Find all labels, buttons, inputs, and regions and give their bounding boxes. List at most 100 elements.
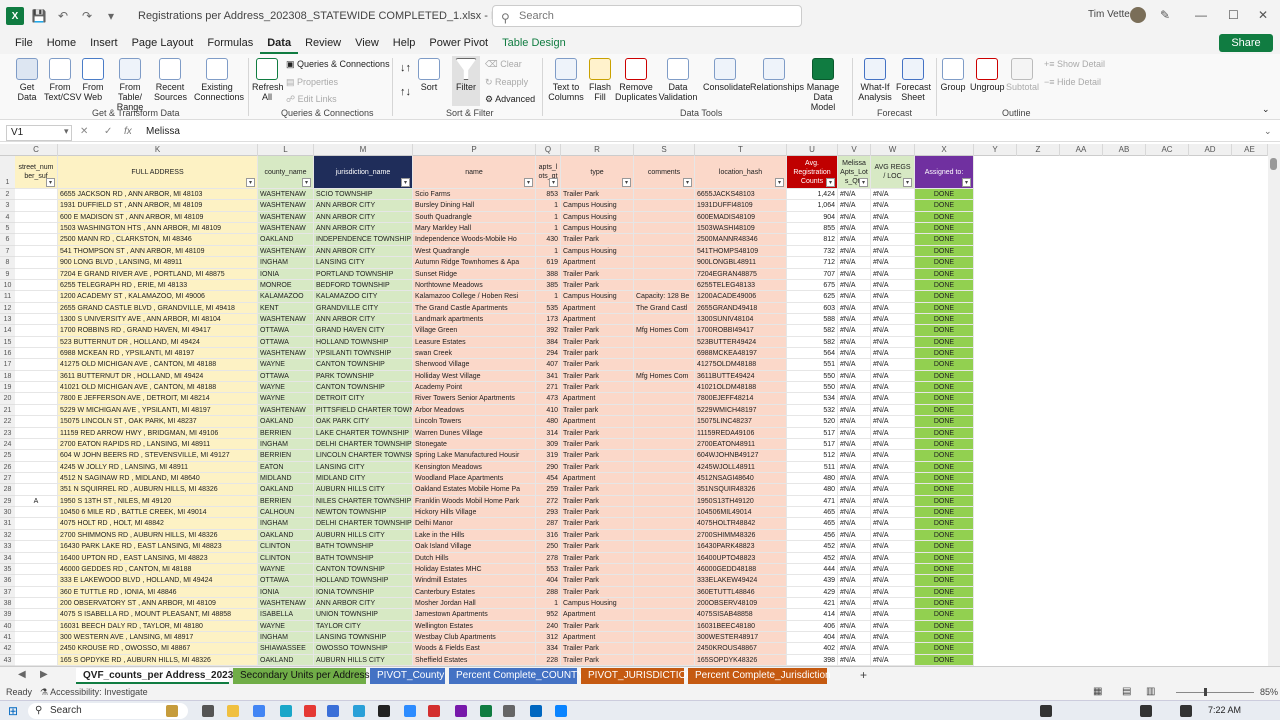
onedrive-icon[interactable] <box>555 705 567 717</box>
cell-c[interactable] <box>15 348 58 360</box>
filter-dropdown-icon[interactable]: ▾ <box>246 178 255 187</box>
cell-hash[interactable]: 7800EJEFF48214 <box>695 393 787 405</box>
cell-addr[interactable]: 1200 ACADEMY ST , KALAMAZOO, MI 49006 <box>58 291 258 303</box>
cell-county[interactable]: WAYNE <box>258 382 314 394</box>
cell-q[interactable]: 407 <box>536 359 561 371</box>
cell-v[interactable]: #N/A <box>838 382 871 394</box>
cell-x[interactable]: DONE <box>915 643 974 655</box>
formula-input[interactable]: Melissa <box>146 126 180 137</box>
tab-formulas[interactable]: Formulas <box>200 32 260 54</box>
cell-w[interactable]: #N/A <box>871 234 915 246</box>
cell-q[interactable]: 553 <box>536 563 561 576</box>
cell-hash[interactable]: 333ELAKEW49424 <box>695 575 787 587</box>
cell-v[interactable]: #N/A <box>838 529 871 542</box>
cell-u[interactable]: 520 <box>787 416 838 428</box>
cell-jur[interactable]: DELHI CHARTER TOWNSHIP <box>314 518 413 530</box>
cell-w[interactable]: #N/A <box>871 654 915 666</box>
cell-v[interactable]: #N/A <box>838 438 871 451</box>
column-header-l-cell[interactable]: county_name ▾ <box>258 156 314 189</box>
cancel-icon[interactable]: ✕ <box>80 126 88 137</box>
cell-type[interactable]: Apartment <box>561 257 634 269</box>
row-number[interactable]: 8 <box>0 257 15 269</box>
fx-icon[interactable]: fx <box>124 126 132 137</box>
cell-u[interactable]: 517 <box>787 438 838 451</box>
column-header-x-cell[interactable]: Assigned to: ▾ <box>915 156 974 189</box>
cell-comments[interactable] <box>634 609 695 621</box>
column-header-s-cell[interactable]: comments ▾ <box>634 156 695 189</box>
cell-name[interactable]: Northtowne Meadows <box>413 279 536 292</box>
cell-c[interactable] <box>15 325 58 337</box>
cell-u[interactable]: 812 <box>787 234 838 246</box>
cell-w[interactable]: #N/A <box>871 382 915 394</box>
cell-v[interactable]: #N/A <box>838 189 871 201</box>
cell-c[interactable] <box>15 189 58 201</box>
cell-v[interactable]: #N/A <box>838 575 871 587</box>
tab-page-layout[interactable]: Page Layout <box>125 32 201 54</box>
cell-name[interactable]: Kensington Meadows <box>413 461 536 473</box>
column-header-u[interactable]: U <box>787 144 838 156</box>
cell-county[interactable]: OAKLAND <box>258 234 314 246</box>
cell-c[interactable] <box>15 529 58 542</box>
cell-v[interactable]: #N/A <box>838 484 871 496</box>
cell-comments[interactable] <box>634 586 695 598</box>
cell-q[interactable]: 1 <box>536 223 561 235</box>
cell-w[interactable]: #N/A <box>871 268 915 280</box>
cell-comments[interactable] <box>634 234 695 246</box>
cell-hash[interactable]: 900LONGBL48911 <box>695 257 787 269</box>
row-number[interactable]: 14 <box>0 325 15 337</box>
cell-c[interactable] <box>15 597 58 610</box>
cell-v[interactable]: #N/A <box>838 507 871 519</box>
sheet-tab[interactable]: Secondary Units per Address <box>233 668 370 684</box>
cell-q[interactable]: 480 <box>536 416 561 428</box>
cell-x[interactable]: DONE <box>915 393 974 405</box>
cell-county[interactable]: WAYNE <box>258 620 314 633</box>
cell-type[interactable]: Trailer Park <box>561 234 634 246</box>
cell-q[interactable]: 952 <box>536 609 561 621</box>
cell-q[interactable]: 294 <box>536 348 561 360</box>
cell-name[interactable]: Woods & Fields East <box>413 643 536 655</box>
vivaldi-icon[interactable] <box>304 705 316 717</box>
cell-name[interactable]: Stonegate <box>413 438 536 451</box>
cell-hash[interactable]: 1300SUNIV48104 <box>695 313 787 326</box>
cell-q[interactable]: 384 <box>536 336 561 349</box>
minimize-icon[interactable]: — <box>1195 8 1207 22</box>
cell-c[interactable] <box>15 279 58 292</box>
cell-w[interactable]: #N/A <box>871 609 915 621</box>
cell-name[interactable]: Mosher Jordan Hall <box>413 597 536 610</box>
cell-addr[interactable]: 1950 S 13TH ST , NILES, MI 49120 <box>58 495 258 508</box>
cell-addr[interactable]: 900 LONG BLVD , LANSING, MI 48911 <box>58 257 258 269</box>
cell-q[interactable]: 535 <box>536 302 561 314</box>
cell-comments[interactable] <box>634 484 695 496</box>
cell-hash[interactable]: 2500MANNR48346 <box>695 234 787 246</box>
close-icon[interactable]: ✕ <box>1258 8 1268 22</box>
cell-v[interactable]: #N/A <box>838 291 871 303</box>
cell-name[interactable]: Kalamazoo College / Hoben Resi <box>413 291 536 303</box>
cell-county[interactable]: KALAMAZOO <box>258 291 314 303</box>
cell-comments[interactable] <box>634 257 695 269</box>
excel-icon[interactable] <box>480 705 492 717</box>
zoom-slider[interactable] <box>1176 692 1254 693</box>
cell-name[interactable]: Sunset Ridge <box>413 268 536 280</box>
cell-hash[interactable]: 541THOMPS48109 <box>695 245 787 258</box>
cell-c[interactable] <box>15 643 58 655</box>
cell-w[interactable]: #N/A <box>871 348 915 360</box>
cell-jur[interactable]: LANSING CITY <box>314 461 413 473</box>
cell-w[interactable]: #N/A <box>871 597 915 610</box>
battery-icon[interactable] <box>1180 705 1192 717</box>
telegram-icon[interactable] <box>353 705 365 717</box>
cell-q[interactable]: 1 <box>536 211 561 224</box>
cell-type[interactable]: Campus Housing <box>561 211 634 224</box>
cell-v[interactable]: #N/A <box>838 200 871 212</box>
cell-x[interactable]: DONE <box>915 632 974 644</box>
cell-x[interactable]: DONE <box>915 461 974 473</box>
cell-type[interactable]: Trailer Park <box>561 529 634 542</box>
cell-w[interactable]: #N/A <box>871 393 915 405</box>
cell-hash[interactable]: 4075HOLTR48842 <box>695 518 787 530</box>
cell-c[interactable] <box>15 211 58 224</box>
row-number[interactable]: 37 <box>0 586 15 598</box>
cell-q[interactable]: 287 <box>536 518 561 530</box>
cell-c[interactable] <box>15 257 58 269</box>
taskview-icon[interactable] <box>202 705 214 717</box>
cell-v[interactable]: #N/A <box>838 279 871 292</box>
cell-v[interactable]: #N/A <box>838 609 871 621</box>
